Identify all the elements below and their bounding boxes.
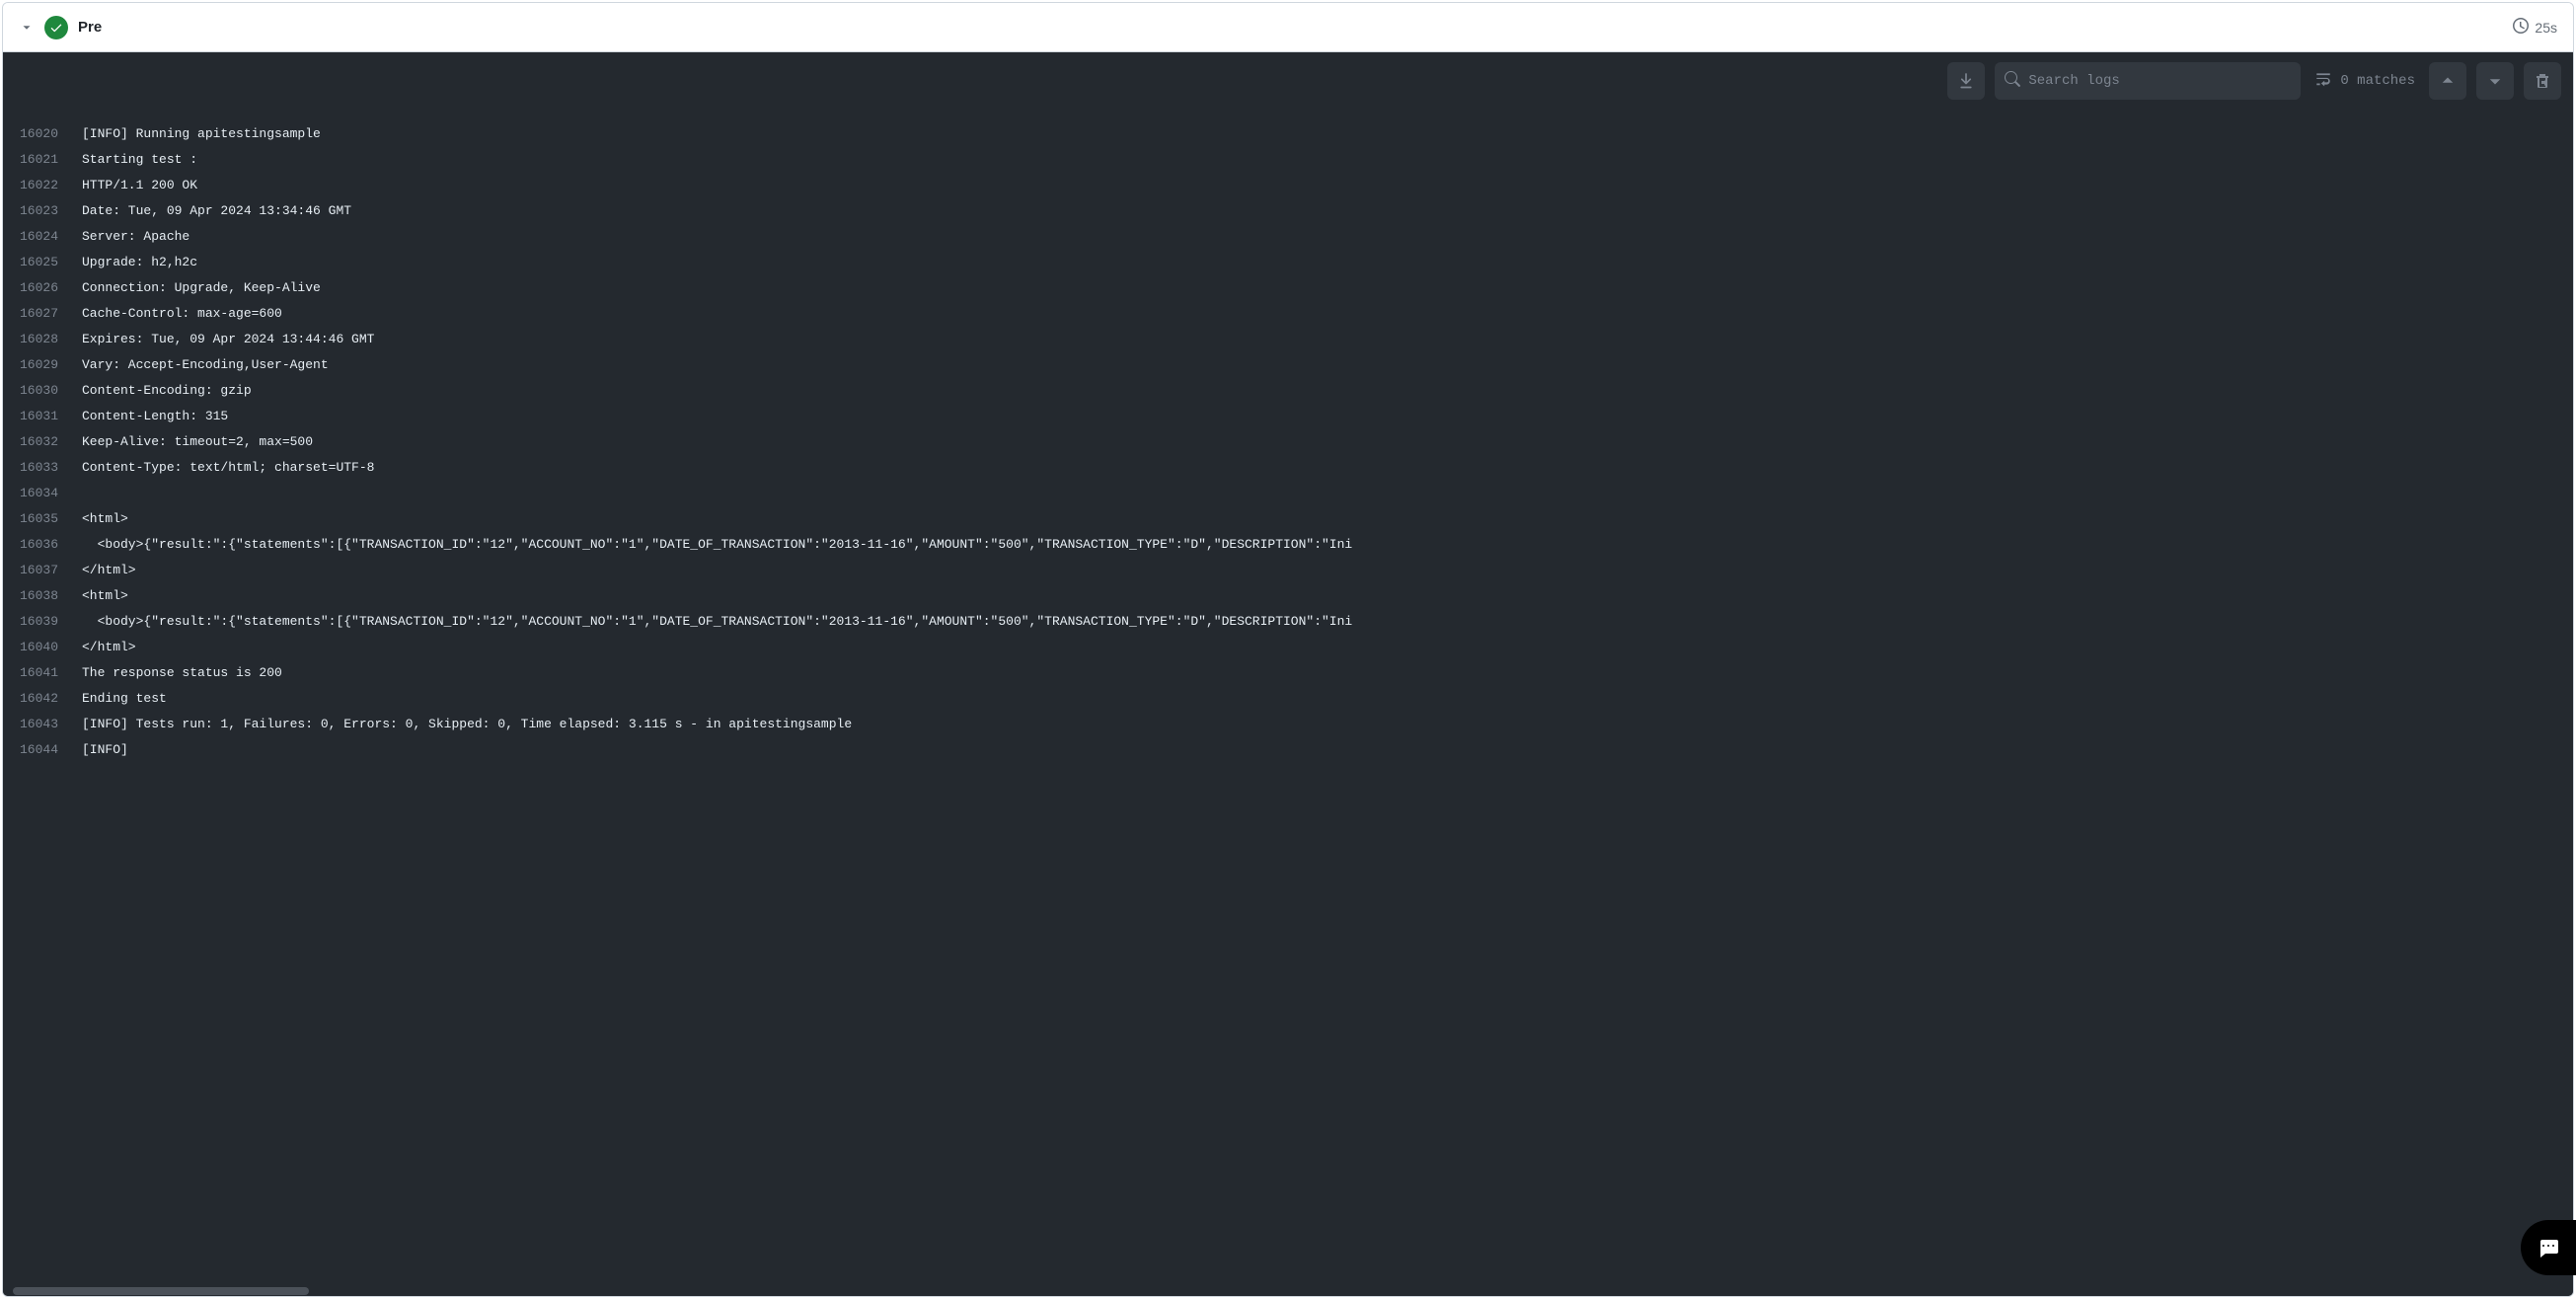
log-line[interactable]: 16029Vary: Accept-Encoding,User-Agent: [3, 352, 2573, 378]
chat-fab-button[interactable]: [2521, 1220, 2576, 1275]
search-logs-box[interactable]: [1995, 62, 2301, 100]
line-number: 16033: [3, 455, 82, 481]
line-number: 16041: [3, 660, 82, 686]
line-text: Vary: Accept-Encoding,User-Agent: [82, 352, 2573, 378]
settings-button[interactable]: [2524, 62, 2561, 100]
log-lines[interactable]: 16020[INFO] Running apitestingsample1602…: [3, 52, 2573, 1286]
line-text: <body>{"result:":{"statements":[{"TRANSA…: [82, 609, 2573, 635]
log-line[interactable]: 16038<html>: [3, 583, 2573, 609]
next-match-button[interactable]: [2476, 62, 2514, 100]
line-number: 16043: [3, 712, 82, 737]
log-line[interactable]: 16035<html>: [3, 506, 2573, 532]
log-line[interactable]: 16032Keep-Alive: timeout=2, max=500: [3, 429, 2573, 455]
prev-match-button[interactable]: [2429, 62, 2466, 100]
log-line[interactable]: 16042Ending test: [3, 686, 2573, 712]
log-line[interactable]: 16020[INFO] Running apitestingsample: [3, 121, 2573, 147]
line-text: [INFO] Tests run: 1, Failures: 0, Errors…: [82, 712, 2573, 737]
scrollbar-thumb[interactable]: [13, 1287, 309, 1295]
line-number: 16020: [3, 121, 82, 147]
log-line[interactable]: 16028Expires: Tue, 09 Apr 2024 13:44:46 …: [3, 327, 2573, 352]
step-title: Pre: [78, 19, 102, 36]
line-number: 16029: [3, 352, 82, 378]
log-line[interactable]: 16031Content-Length: 315: [3, 404, 2573, 429]
log-line[interactable]: 16044[INFO]: [3, 737, 2573, 763]
line-text: <html>: [82, 583, 2573, 609]
search-input[interactable]: [2028, 73, 2291, 89]
line-text: [INFO] Running apitestingsample: [82, 121, 2573, 147]
line-number: 16025: [3, 250, 82, 275]
line-text: Connection: Upgrade, Keep-Alive: [82, 275, 2573, 301]
log-line[interactable]: 16040</html>: [3, 635, 2573, 660]
log-line[interactable]: 16021Starting test :: [3, 147, 2573, 173]
log-line[interactable]: 16026Connection: Upgrade, Keep-Alive: [3, 275, 2573, 301]
line-number: 16036: [3, 532, 82, 558]
log-line[interactable]: 16023Date: Tue, 09 Apr 2024 13:34:46 GMT: [3, 198, 2573, 224]
line-number: 16023: [3, 198, 82, 224]
line-number: 16027: [3, 301, 82, 327]
line-text: Ending test: [82, 686, 2573, 712]
line-number: 16032: [3, 429, 82, 455]
log-line[interactable]: 16025Upgrade: h2,h2c: [3, 250, 2573, 275]
header-left: Pre: [19, 16, 102, 39]
line-text: <body>{"result:":{"statements":[{"TRANSA…: [82, 532, 2573, 558]
line-text: [82, 481, 2573, 506]
log-line[interactable]: 16036 <body>{"result:":{"statements":[{"…: [3, 532, 2573, 558]
line-number: 16034: [3, 481, 82, 506]
line-text: Keep-Alive: timeout=2, max=500: [82, 429, 2573, 455]
log-line[interactable]: 16024Server: Apache: [3, 224, 2573, 250]
line-text: Starting test :: [82, 147, 2573, 173]
log-line[interactable]: 16027Cache-Control: max-age=600: [3, 301, 2573, 327]
log-line[interactable]: 16033Content-Type: text/html; charset=UT…: [3, 455, 2573, 481]
line-text: Date: Tue, 09 Apr 2024 13:34:46 GMT: [82, 198, 2573, 224]
clock-icon: [2513, 18, 2529, 37]
matches-count: 0 matches: [2311, 70, 2419, 93]
success-check-icon: [44, 16, 68, 39]
line-number: 16038: [3, 583, 82, 609]
line-text: Server: Apache: [82, 224, 2573, 250]
line-number: 16040: [3, 635, 82, 660]
line-text: HTTP/1.1 200 OK: [82, 173, 2573, 198]
line-number: 16021: [3, 147, 82, 173]
line-number: 16031: [3, 404, 82, 429]
line-text: <html>: [82, 506, 2573, 532]
line-number: 16026: [3, 275, 82, 301]
line-number: 16042: [3, 686, 82, 712]
log-line[interactable]: 16034: [3, 481, 2573, 506]
line-text: </html>: [82, 635, 2573, 660]
line-text: </html>: [82, 558, 2573, 583]
line-text: Upgrade: h2,h2c: [82, 250, 2573, 275]
line-number: 16039: [3, 609, 82, 635]
line-number: 16035: [3, 506, 82, 532]
line-number: 16044: [3, 737, 82, 763]
log-line[interactable]: 16041The response status is 200: [3, 660, 2573, 686]
line-text: Content-Length: 315: [82, 404, 2573, 429]
line-text: Content-Type: text/html; charset=UTF-8: [82, 455, 2573, 481]
log-panel: Pre 25s 0 matches: [2, 2, 2574, 1297]
line-text: The response status is 200: [82, 660, 2573, 686]
log-body: 0 matches 16020[INFO] Running apitesting…: [3, 52, 2573, 1296]
log-line[interactable]: 16022HTTP/1.1 200 OK: [3, 173, 2573, 198]
download-logs-button[interactable]: [1947, 62, 1985, 100]
log-toolbar: 0 matches: [1947, 62, 2561, 100]
line-text: Content-Encoding: gzip: [82, 378, 2573, 404]
duration-text: 25s: [2535, 20, 2557, 36]
header-right: 25s: [2513, 18, 2557, 37]
line-number: 16024: [3, 224, 82, 250]
line-number: 16037: [3, 558, 82, 583]
line-text: Cache-Control: max-age=600: [82, 301, 2573, 327]
log-line[interactable]: 16043[INFO] Tests run: 1, Failures: 0, E…: [3, 712, 2573, 737]
search-icon: [2005, 71, 2020, 92]
chevron-down-icon[interactable]: [19, 20, 35, 36]
step-header[interactable]: Pre 25s: [3, 3, 2573, 52]
line-number: 16022: [3, 173, 82, 198]
line-text: Expires: Tue, 09 Apr 2024 13:44:46 GMT: [82, 327, 2573, 352]
line-number: 16028: [3, 327, 82, 352]
log-line[interactable]: 16039 <body>{"result:":{"statements":[{"…: [3, 609, 2573, 635]
log-line[interactable]: 16037</html>: [3, 558, 2573, 583]
wrap-icon[interactable]: [2314, 70, 2332, 93]
line-number: 16030: [3, 378, 82, 404]
line-text: [INFO]: [82, 737, 2573, 763]
log-line[interactable]: 16030Content-Encoding: gzip: [3, 378, 2573, 404]
